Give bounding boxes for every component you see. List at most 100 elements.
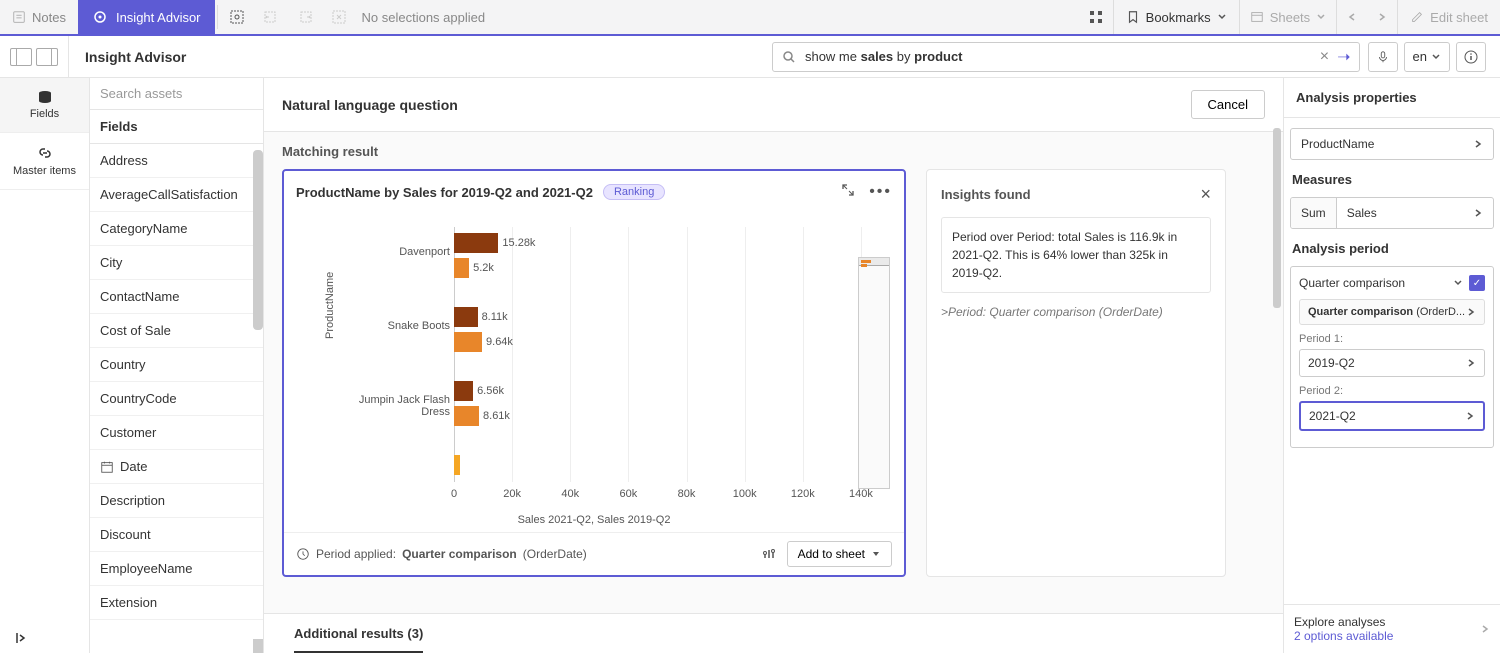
bar[interactable]: 15.28k [454, 233, 890, 253]
expand-icon[interactable] [841, 183, 855, 201]
qc-label: Quarter comparison [1299, 276, 1405, 290]
clock-icon [296, 547, 310, 561]
bar[interactable]: 6.56k [454, 381, 890, 401]
submit-search-icon[interactable]: ➝ [1337, 47, 1350, 67]
dimension-selector[interactable]: ProductName [1290, 128, 1494, 160]
category-label: Snake Boots [388, 320, 450, 332]
field-item[interactable]: Cost of Sale [90, 314, 263, 348]
bookmarks-button[interactable]: Bookmarks [1113, 0, 1240, 34]
clear-selections-button[interactable] [322, 0, 356, 34]
fields-scroll-end[interactable] [253, 639, 263, 653]
smart-search-button[interactable] [220, 0, 254, 34]
field-item[interactable]: CategoryName [90, 212, 263, 246]
search-input[interactable]: show me sales by product × ➝ [772, 42, 1360, 72]
period-checkbox[interactable]: ✓ [1469, 275, 1485, 291]
configure-icon[interactable] [761, 546, 777, 562]
left-rail: Fields Master items [0, 78, 90, 653]
field-item[interactable]: EmployeeName [90, 552, 263, 586]
rail-fields[interactable]: Fields [0, 78, 89, 133]
field-item[interactable]: Discount [90, 518, 263, 552]
chart-minimap[interactable] [858, 257, 890, 489]
bar[interactable]: 9.64k [454, 332, 890, 352]
close-insights-icon[interactable]: × [1200, 184, 1211, 205]
chevron-right-icon [1473, 208, 1483, 218]
bar[interactable]: 5.2k [454, 258, 890, 278]
field-item[interactable]: City [90, 246, 263, 280]
fields-search-input[interactable]: Search assets [90, 78, 263, 110]
insights-card: Insights found × Period over Period: tot… [926, 169, 1226, 577]
tick-label: 0 [451, 488, 457, 500]
help-button[interactable] [1456, 42, 1486, 72]
pane-toggles [0, 36, 69, 77]
left-pane-toggle[interactable] [10, 48, 32, 66]
center-scrollbar[interactable] [1273, 128, 1281, 308]
category-label: Davenport [399, 246, 450, 258]
microphone-button[interactable] [1368, 42, 1398, 72]
pencil-icon [1410, 10, 1424, 24]
cancel-button[interactable]: Cancel [1191, 90, 1265, 119]
insight-advisor-label: Insight Advisor [116, 10, 201, 25]
field-item[interactable]: Date [90, 450, 263, 484]
field-item[interactable]: Extension [90, 586, 263, 620]
clear-search-icon[interactable]: × [1320, 48, 1329, 66]
period-comparison-selector[interactable]: Quarter comparison (OrderD... [1299, 299, 1485, 325]
field-item[interactable]: CountryCode [90, 382, 263, 416]
explore-label: Explore analyses [1294, 615, 1393, 629]
info-icon [1463, 49, 1479, 65]
collapse-rail-button[interactable] [14, 631, 28, 645]
period1-label: Period 1: [1299, 333, 1485, 345]
chevron-right-icon [1466, 358, 1476, 368]
chevron-right-icon [1480, 624, 1490, 634]
matching-result-label: Matching result [282, 144, 1265, 159]
period1-selector[interactable]: 2019-Q2 [1299, 349, 1485, 377]
period-value: Quarter comparison [402, 547, 517, 561]
selections-tool-button[interactable] [1079, 0, 1113, 34]
tick-label: 20k [503, 488, 521, 500]
field-item[interactable]: AverageCallSatisfaction [90, 178, 263, 212]
insight-advisor-tab[interactable]: Insight Advisor [78, 0, 215, 34]
fields-scrollbar[interactable] [253, 150, 263, 330]
sheets-button: Sheets [1240, 0, 1337, 34]
bar-chart[interactable]: ProductName 020k40k60k80k100k120k140k 15… [284, 213, 904, 532]
field-item[interactable]: Address [90, 144, 263, 178]
language-selector[interactable]: en [1404, 42, 1450, 72]
field-item[interactable]: Country [90, 348, 263, 382]
notes-button[interactable]: Notes [0, 0, 78, 34]
period-config: Quarter comparison ✓ Quarter comparison … [1290, 266, 1494, 448]
explore-analyses[interactable]: Explore analyses 2 options available [1284, 604, 1500, 653]
insights-title: Insights found [941, 187, 1031, 202]
additional-results-tab[interactable]: Additional results (3) [294, 626, 423, 653]
rail-master-items[interactable]: Master items [0, 133, 89, 190]
chevron-down-icon[interactable] [1453, 278, 1463, 288]
analysis-properties-title: Analysis properties [1284, 78, 1500, 118]
notes-icon [12, 10, 26, 24]
step-back-button[interactable] [254, 0, 288, 34]
y-axis-label: ProductName [324, 271, 336, 338]
link-icon [37, 145, 53, 161]
measure-selector[interactable]: Sum Sales [1290, 197, 1494, 229]
search-icon [781, 49, 797, 65]
more-icon[interactable]: ••• [869, 183, 892, 201]
measures-section-label: Measures [1292, 172, 1492, 187]
fields-header: Fields [90, 110, 263, 144]
measure-agg: Sum [1291, 198, 1337, 228]
page-title: Insight Advisor [69, 49, 202, 65]
bookmarks-label: Bookmarks [1146, 10, 1211, 25]
analysis-properties-panel: Analysis properties ProductName Measures… [1284, 78, 1500, 653]
center-panel: Natural language question Cancel Matchin… [264, 78, 1284, 653]
field-item[interactable]: Description [90, 484, 263, 518]
period2-selector[interactable]: 2021-Q2 [1299, 401, 1485, 431]
period-applied-label: Period applied: [316, 547, 396, 561]
add-to-sheet-button[interactable]: Add to sheet [787, 541, 892, 567]
field-item[interactable]: ContactName [90, 280, 263, 314]
field-item[interactable]: Customer [90, 416, 263, 450]
bar[interactable]: 8.11k [454, 307, 890, 327]
prev-sheet-button [1337, 0, 1367, 34]
insight-text: Period over Period: total Sales is 116.9… [941, 217, 1211, 293]
step-forward-button[interactable] [288, 0, 322, 34]
card-title: ProductName by Sales for 2019-Q2 and 202… [296, 185, 593, 200]
right-pane-toggle[interactable] [36, 48, 58, 66]
microphone-icon [1376, 50, 1390, 64]
nl-question-title: Natural language question [282, 97, 458, 113]
bar[interactable]: 8.61k [454, 406, 890, 426]
